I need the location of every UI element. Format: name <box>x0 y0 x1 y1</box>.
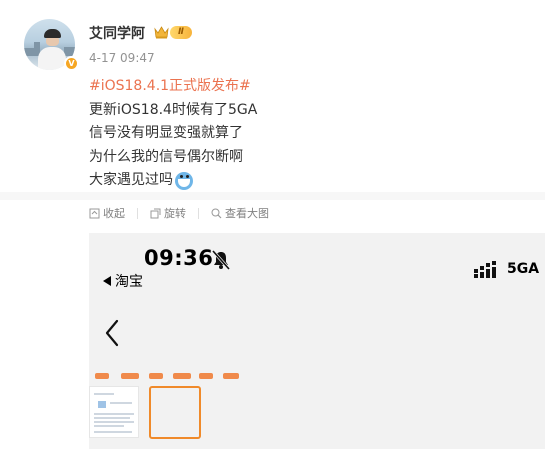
topic-link[interactable]: #iOS18.4.1正式版发布# <box>89 75 257 99</box>
username[interactable]: 艾同学阿 <box>89 23 145 43</box>
view-full-button[interactable]: 查看大图 <box>211 205 269 221</box>
post-line: 为什么我的信号偶尔断啊 <box>89 148 243 165</box>
signal-icon <box>474 261 496 278</box>
separator <box>198 207 199 219</box>
post-line: 信号没有明显变强就算了 <box>89 125 243 141</box>
view-full-label: 查看大图 <box>225 207 269 220</box>
emoji-icon <box>175 171 193 190</box>
verified-icon: V <box>64 56 79 71</box>
cropped-text-fragment <box>93 369 273 381</box>
rotate-label: 旋转 <box>164 207 186 220</box>
collapse-icon <box>89 208 100 218</box>
avatar-body <box>38 47 66 70</box>
divider <box>0 192 545 200</box>
chevron-left-icon <box>105 319 119 347</box>
back-triangle-icon <box>103 276 111 286</box>
image-thumbnail[interactable] <box>89 386 139 438</box>
status-time: 09:36 <box>144 246 214 270</box>
bell-slash-icon <box>211 250 231 270</box>
avatar-hair <box>44 29 61 38</box>
post-line-text: 大家遇见过吗 <box>89 172 173 188</box>
crown-icon <box>154 26 169 39</box>
network-type: 5GA <box>507 261 540 277</box>
separator <box>137 207 138 219</box>
rotate-icon <box>150 208 161 218</box>
post-line-last: 大家遇见过吗 <box>89 169 257 193</box>
post-timestamp[interactable]: 4-17 09:47 <box>89 51 155 65</box>
image-thumbnail-selected[interactable] <box>149 386 201 439</box>
back-to-app: 淘宝 <box>103 271 143 291</box>
collapse-button[interactable]: 收起 <box>89 205 125 221</box>
view-image-icon <box>211 208 222 218</box>
rotate-button[interactable]: 旋转 <box>150 205 186 221</box>
image-toolbar: 收起 旋转 查看大图 <box>89 205 269 221</box>
level-badge[interactable]: Ⅱ <box>170 26 192 39</box>
post-content: #iOS18.4.1正式版发布# 更新iOS18.4时候有了5GA 信号没有明显… <box>89 75 257 193</box>
collapse-label: 收起 <box>103 207 125 220</box>
back-app-label: 淘宝 <box>115 274 143 290</box>
avatar-scenery <box>64 47 75 56</box>
post-line: 更新iOS18.4时候有了5GA <box>89 101 258 118</box>
